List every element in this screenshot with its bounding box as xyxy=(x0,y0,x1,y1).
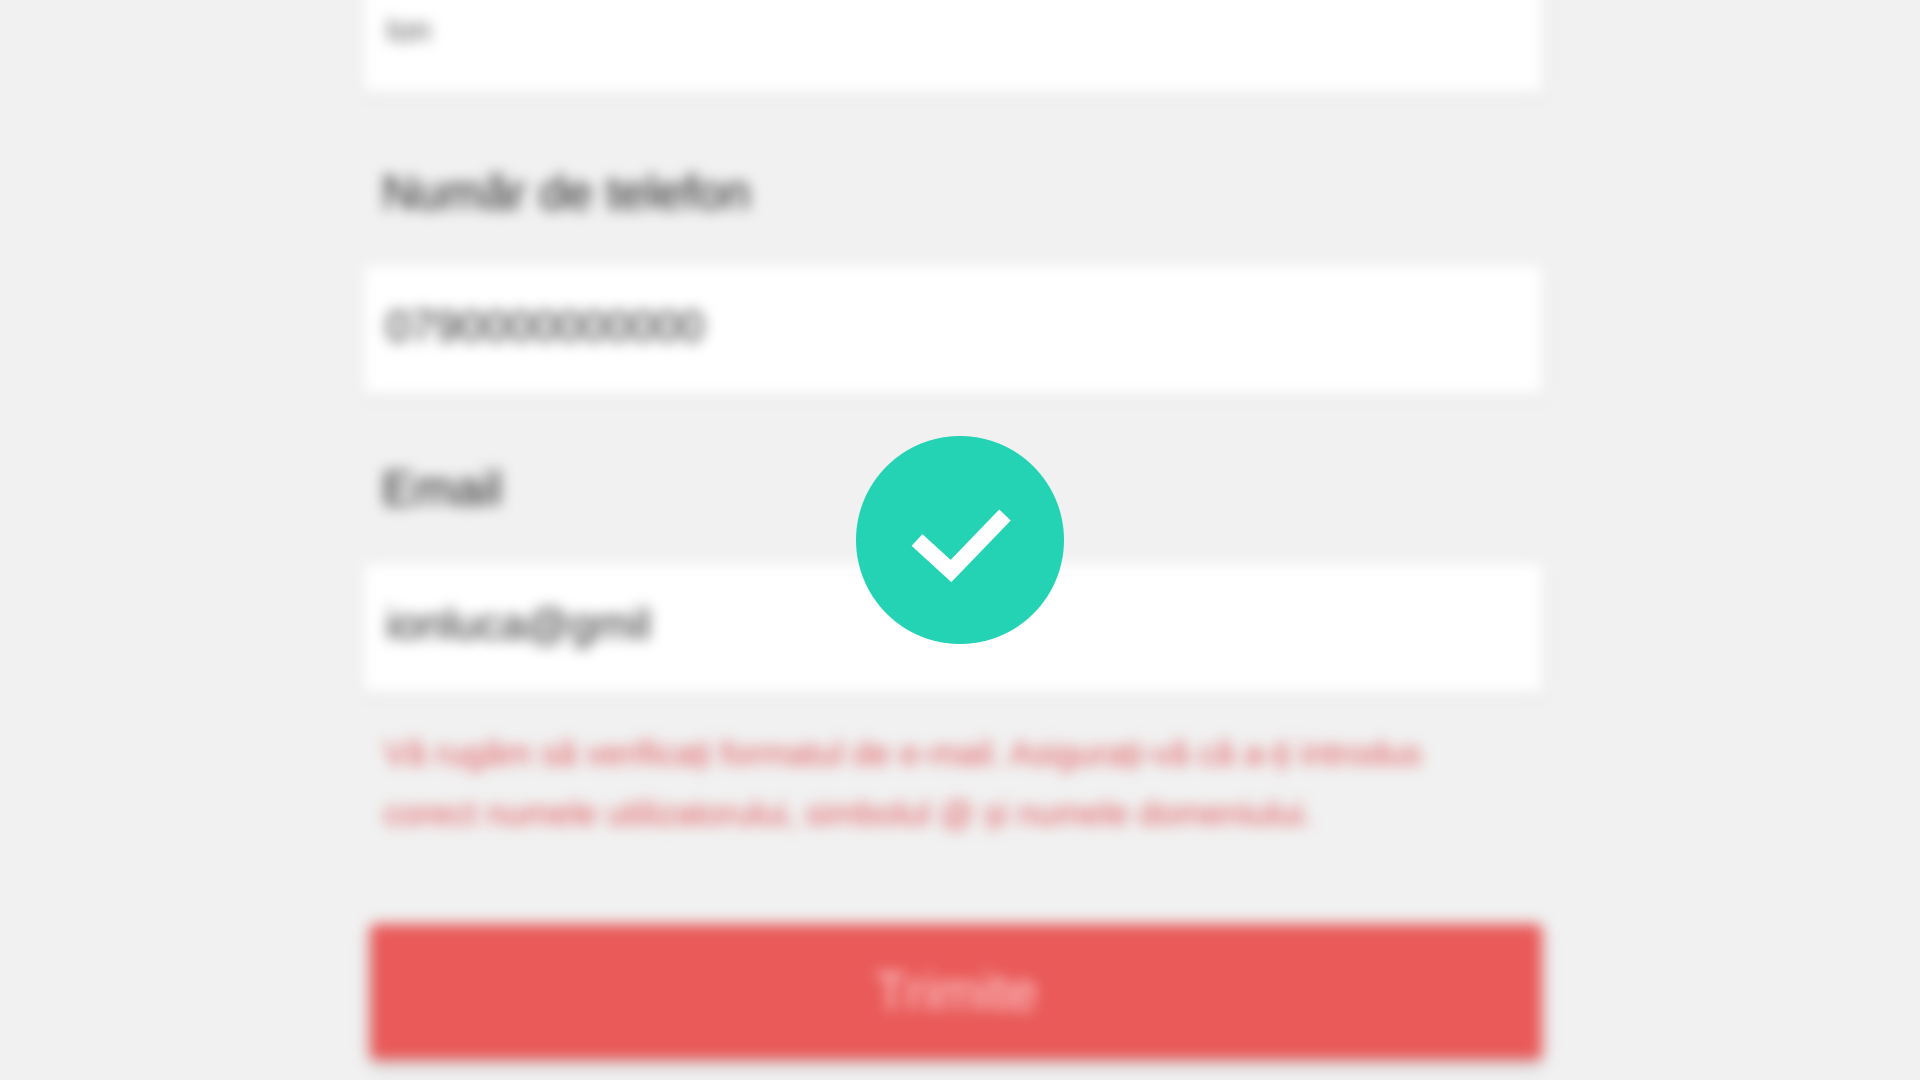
submit-button[interactable]: Trimite xyxy=(370,924,1542,1060)
name-field-value: Ion xyxy=(386,12,431,48)
phone-label: Număr de telefon xyxy=(382,167,751,220)
check-icon xyxy=(911,509,1011,583)
submit-button-label: Trimite xyxy=(874,962,1038,1022)
success-badge xyxy=(856,436,1064,644)
name-field[interactable]: Ion xyxy=(364,0,1542,92)
email-label: Email xyxy=(382,463,503,516)
screen: Ion Număr de telefon 0790000000000 Email… xyxy=(0,0,1920,1080)
phone-field-value: 0790000000000 xyxy=(386,302,705,351)
email-field-value: ionluca@gmil xyxy=(386,600,651,649)
email-error-message: Vă rugăm să verificați formatul de e-mai… xyxy=(384,735,1422,833)
phone-field[interactable]: 0790000000000 xyxy=(364,266,1542,394)
